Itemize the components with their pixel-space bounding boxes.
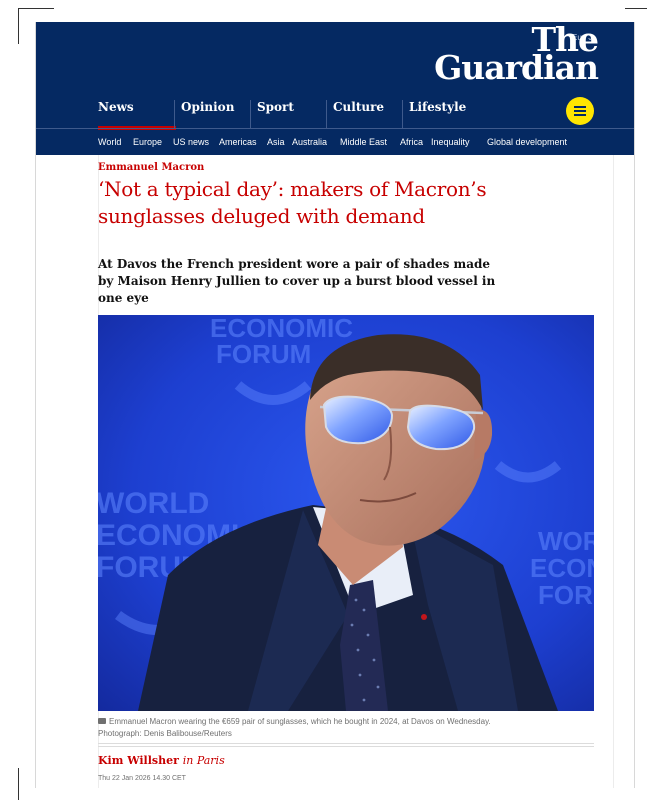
backdrop-text-2: FORUM [216, 339, 311, 369]
pillar-news-label: News [98, 100, 134, 114]
main-media-image: ECONOMIC FORUM WORLD ECONOMIC FORUM WORL… [98, 315, 594, 711]
crop-mark-top-right-h [625, 8, 647, 9]
menu-button[interactable] [566, 97, 594, 125]
subnav-middle-east[interactable]: Middle East [340, 137, 387, 147]
caption-text: Emmanuel Macron wearing the €659 pair of… [109, 717, 491, 726]
subnav-world[interactable]: World [98, 137, 121, 147]
subnav-inequality[interactable]: Inequality [431, 137, 470, 147]
crop-mark-bottom-left-v [18, 768, 19, 800]
article-kicker[interactable]: Emmanuel Macron [98, 162, 204, 173]
pillar-culture[interactable]: Culture [326, 100, 399, 128]
subnav-global-development[interactable]: Global development [487, 137, 567, 147]
subnav-americas[interactable]: Americas [219, 137, 257, 147]
masthead: Eur ⌄ The Guardian News Opinion Sport Cu… [36, 22, 634, 155]
subnav-europe[interactable]: Europe [133, 137, 162, 147]
backdrop-text-3: WORLD [98, 487, 209, 520]
subnav-asia[interactable]: Asia [267, 137, 285, 147]
crop-mark-top-left-h [18, 8, 54, 9]
sub-nav: World Europe US news Americas Asia Austr… [36, 128, 634, 156]
pillar-sport[interactable]: Sport [250, 100, 323, 128]
article-standfirst: At Davos the French president wore a pai… [98, 257, 496, 305]
pillar-opinion[interactable]: Opinion [174, 100, 247, 128]
backdrop-text-7: ECONOMIC [530, 553, 594, 583]
subnav-australia[interactable]: Australia [292, 137, 327, 147]
pillar-news[interactable]: News [98, 100, 176, 130]
photo-credit: Photograph: Denis Balibouse/Reuters [98, 729, 232, 738]
crop-mark-top-left-v [18, 8, 19, 44]
pillar-sport-label: Sport [257, 100, 294, 114]
pillar-culture-label: Culture [333, 100, 385, 114]
pillar-nav: News Opinion Sport Culture Lifestyle [36, 100, 634, 130]
pillar-lifestyle-label: Lifestyle [409, 100, 467, 114]
backdrop-text-8: FORUM [538, 580, 594, 610]
pillar-lifestyle[interactable]: Lifestyle [402, 100, 489, 128]
byline[interactable]: Kim Willsher in Paris [98, 754, 225, 767]
camera-icon [98, 718, 106, 724]
pillar-opinion-label: Opinion [181, 100, 235, 114]
browser-page: Eur ⌄ The Guardian News Opinion Sport Cu… [35, 22, 635, 788]
subnav-africa[interactable]: Africa [400, 137, 423, 147]
backdrop-text-6: WORLD [538, 526, 594, 556]
article-headline: ‘Not a typical day’: makers of Macron’s … [98, 177, 487, 228]
byline-location: in Paris [182, 754, 225, 767]
guardian-logo[interactable]: The Guardian [418, 23, 599, 87]
author-name[interactable]: Kim Willsher [98, 754, 179, 767]
publish-date: Thu 22 Jan 2026 14.30 CET [98, 775, 186, 782]
logo-line-2: Guardian [434, 48, 599, 87]
image-caption: Emmanuel Macron wearing the €659 pair of… [98, 716, 598, 740]
divider-top [98, 743, 594, 744]
divider-bottom [98, 746, 594, 747]
subnav-us-news[interactable]: US news [173, 137, 209, 147]
